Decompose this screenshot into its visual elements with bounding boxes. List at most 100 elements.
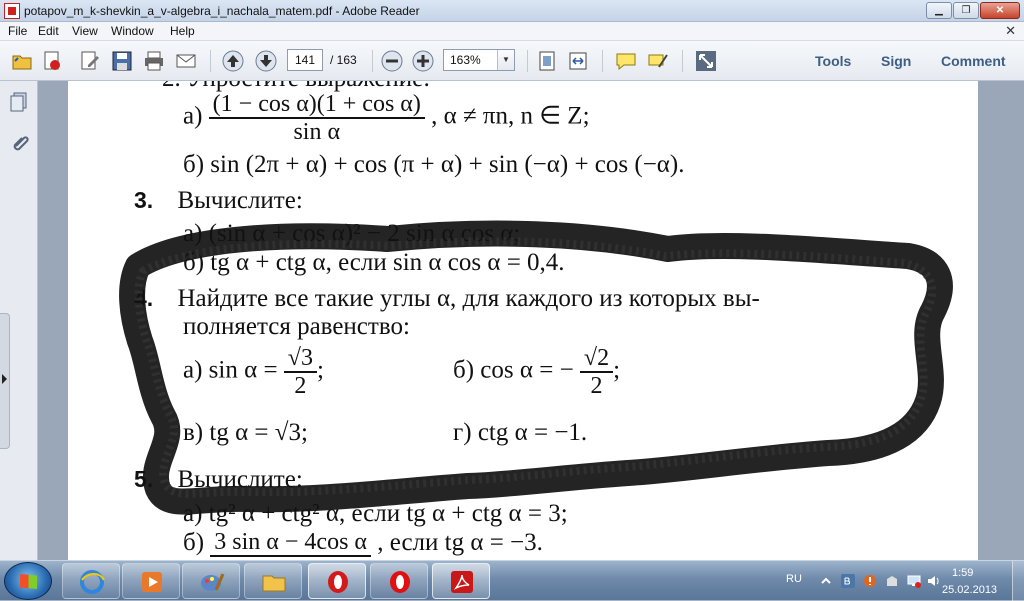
volume-icon[interactable] <box>926 573 942 589</box>
close-document-icon[interactable]: ✕ <box>1005 23 1016 39</box>
item2a-numerator: (1 − cos α)(1 + cos α) <box>208 91 425 119</box>
item5b-numerator: 3 sin α − 4cos α <box>210 529 371 557</box>
chevron-down-icon[interactable]: ▼ <box>497 50 514 70</box>
item4b-end: ; <box>613 356 621 384</box>
menu-help[interactable]: Help <box>170 24 195 38</box>
start-button[interactable] <box>4 562 52 600</box>
menu-view[interactable]: View <box>72 24 98 38</box>
paint-icon[interactable] <box>182 563 240 599</box>
page-thumbnails-icon[interactable] <box>8 91 30 113</box>
fit-page-icon[interactable] <box>535 49 559 73</box>
edit-document-icon[interactable] <box>78 49 102 73</box>
taskbar: RU 1:59 25.02.2013 <box>0 560 1024 601</box>
item4-number: 4. <box>134 285 154 311</box>
full-screen-icon[interactable] <box>694 49 718 73</box>
page-number-input[interactable]: 141 <box>287 49 323 71</box>
maximize-button[interactable]: ❐ <box>953 2 979 19</box>
item4b-lhs: б) cos α = − <box>453 356 574 384</box>
item4a-fraction: √3 2 <box>283 345 317 399</box>
show-desktop-button[interactable] <box>1012 561 1024 601</box>
next-page-icon[interactable] <box>254 49 278 73</box>
zoom-out-icon[interactable] <box>380 49 404 73</box>
close-button[interactable]: ✕ <box>980 2 1020 19</box>
toolbar-separator <box>372 50 373 72</box>
toolbar-separator <box>210 50 211 72</box>
zoom-value: 163% <box>450 53 481 67</box>
item4a-numerator: √3 <box>283 345 317 373</box>
menu-window[interactable]: Window <box>111 24 154 38</box>
create-pdf-icon[interactable] <box>40 49 64 73</box>
item2a: а) (1 − cos α)(1 + cos α) sin α , α ≠ πn… <box>183 91 590 145</box>
item4a-lhs: а) sin α = <box>183 356 284 384</box>
item5-text: Вычислите: <box>177 466 303 493</box>
item2a-condition: , α ≠ πn, n ∈ Z; <box>431 102 590 130</box>
item3a: а) (sin α + cos α)² − 2 sin α cos α; <box>183 220 521 247</box>
item5b-label: б) <box>183 529 205 556</box>
vk-icon[interactable] <box>840 573 856 589</box>
menu-edit[interactable]: Edit <box>38 24 59 38</box>
item4v: в) tg α = √3; <box>183 419 308 446</box>
item4a-denominator: 2 <box>294 373 307 399</box>
menu-file[interactable]: File <box>8 24 27 38</box>
comment-pane-button[interactable]: Comment <box>941 53 1006 69</box>
adobe-reader-taskbar-icon[interactable] <box>432 563 490 599</box>
action-center-icon[interactable] <box>884 573 900 589</box>
toolbar-separator <box>682 50 683 72</box>
panel-expand-handle[interactable] <box>0 313 10 449</box>
sign-pane-button[interactable]: Sign <box>881 53 911 69</box>
minimize-button[interactable]: ▁ <box>926 2 952 19</box>
item4g: г) ctg α = −1. <box>453 419 588 446</box>
network-icon[interactable] <box>906 573 922 589</box>
item2a-denominator: sin α <box>293 119 341 145</box>
open-icon[interactable] <box>10 49 34 73</box>
tools-pane-button[interactable]: Tools <box>815 53 851 69</box>
navigation-panel <box>0 81 38 560</box>
media-player-icon[interactable] <box>122 563 180 599</box>
item3-text: Вычислите: <box>177 187 303 214</box>
item5-number: 5. <box>134 466 154 492</box>
sticky-note-icon[interactable] <box>614 49 638 73</box>
item2b: б) sin (2π + α) + cos (π + α) + sin (−α)… <box>183 151 685 178</box>
page-total: / 163 <box>330 53 357 67</box>
language-indicator[interactable]: RU <box>786 573 802 585</box>
title-bar: potapov_m_k-shevkin_a_v-algebra_i_nachal… <box>0 0 1024 22</box>
menu-bar: File Edit View Window Help ✕ <box>0 22 1024 41</box>
item4a: а) sin α = √3 2 ; <box>183 345 324 399</box>
item5b: б) 3 sin α − 4cos α , если tg α = −3. <box>183 529 543 557</box>
clock-date[interactable]: 25.02.2013 <box>942 584 997 596</box>
item2a-label: а) <box>183 102 203 130</box>
toolbar-separator <box>527 50 528 72</box>
fit-width-icon[interactable] <box>566 49 590 73</box>
window-title: potapov_m_k-shevkin_a_v-algebra_i_nachal… <box>24 4 420 18</box>
item5-heading: 5. Вычислите: <box>134 466 303 494</box>
attachments-icon[interactable] <box>8 133 30 155</box>
network-alert-icon[interactable] <box>862 573 878 589</box>
adobe-reader-icon <box>4 3 20 19</box>
email-icon[interactable] <box>174 49 198 73</box>
document-view[interactable]: 2. Упростите выражение: а) (1 − cos α)(1… <box>38 81 1024 560</box>
item4a-end: ; <box>316 356 324 384</box>
internet-explorer-icon[interactable] <box>62 563 120 599</box>
opera-browser-icon[interactable] <box>370 563 428 599</box>
print-icon[interactable] <box>142 49 166 73</box>
pdf-page: 2. Упростите выражение: а) (1 − cos α)(1… <box>68 81 978 560</box>
highlight-icon[interactable] <box>646 49 670 73</box>
item3-number: 3. <box>134 187 154 213</box>
item2a-fraction: (1 − cos α)(1 + cos α) sin α <box>208 91 425 145</box>
item4-heading: 4. Найдите все такие углы α, для каждого… <box>134 285 760 313</box>
clock-time[interactable]: 1:59 <box>952 567 973 579</box>
zoom-in-icon[interactable] <box>411 49 435 73</box>
item4b-denominator: 2 <box>590 373 603 399</box>
zoom-select[interactable]: 163% ▼ <box>443 49 515 71</box>
opera-icon[interactable] <box>308 563 366 599</box>
file-explorer-icon[interactable] <box>244 563 302 599</box>
item4-line2: полняется равенство: <box>183 313 410 340</box>
item5a: а) tg² α + ctg² α, если tg α + ctg α = 3… <box>183 500 568 527</box>
save-icon[interactable] <box>110 49 134 73</box>
show-hidden-icons-icon[interactable] <box>818 573 834 589</box>
item4b: б) cos α = − √2 2 ; <box>453 345 620 399</box>
previous-page-icon[interactable] <box>221 49 245 73</box>
item3b: б) tg α + ctg α, если sin α cos α = 0,4. <box>183 249 565 276</box>
item4b-numerator: √2 <box>579 345 614 373</box>
item5b-fraction: 3 sin α − 4cos α <box>210 529 371 557</box>
